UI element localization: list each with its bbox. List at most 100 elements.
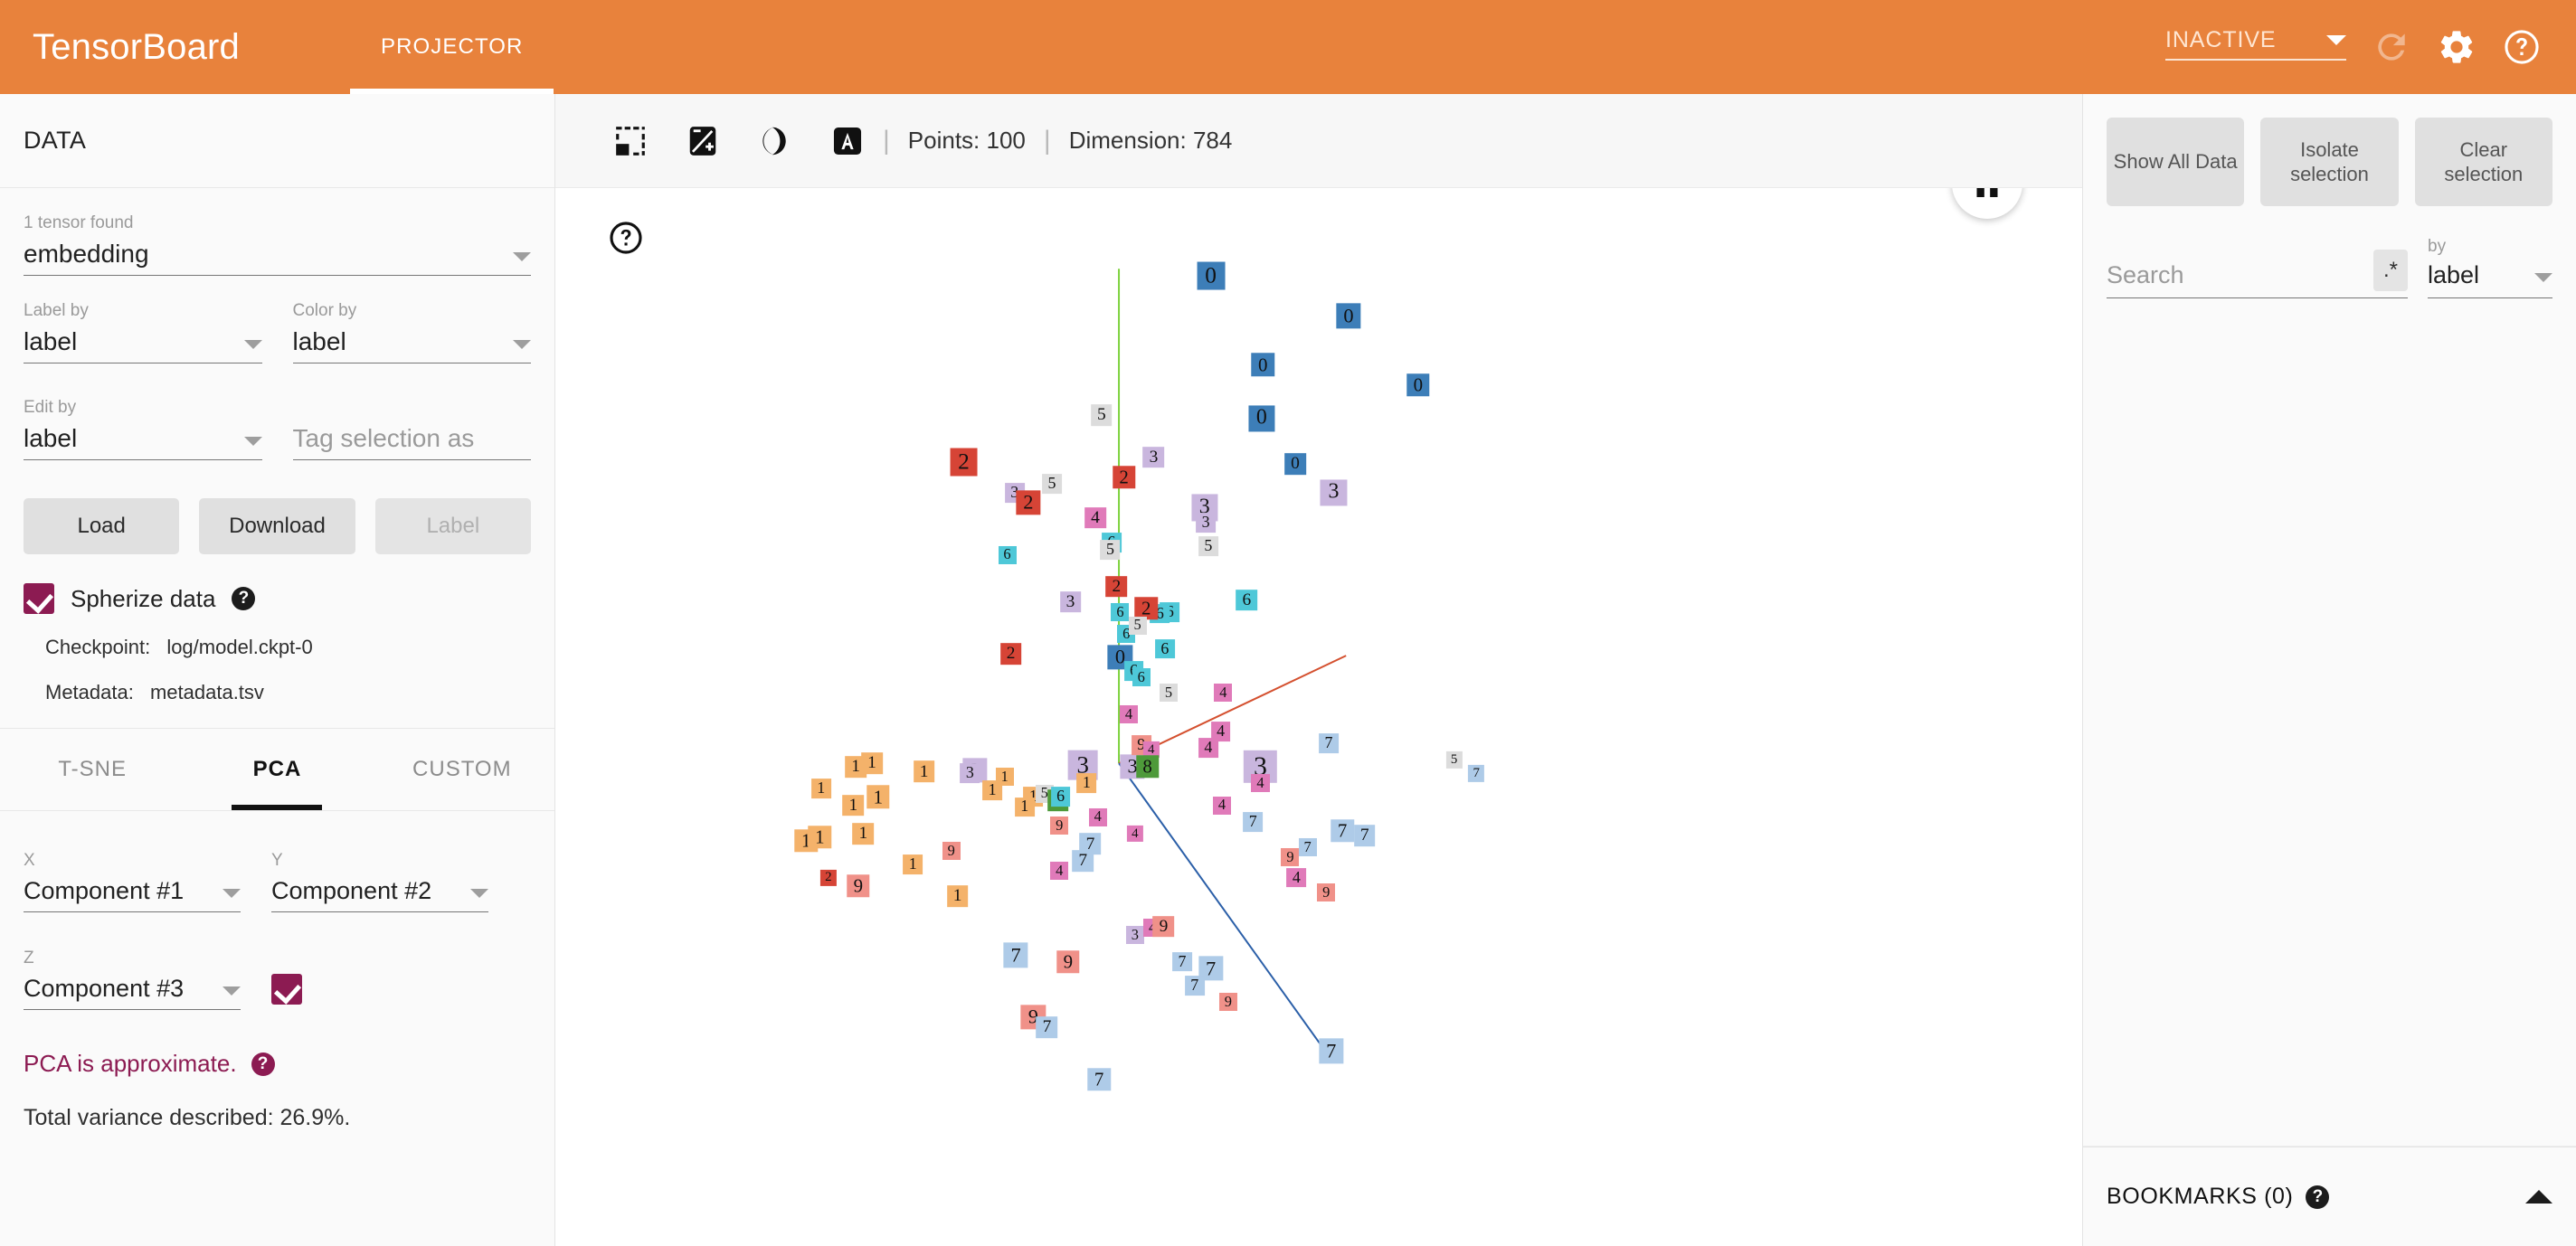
scatter-point[interactable]: 7 xyxy=(1319,1038,1344,1063)
scatter-scene[interactable]: 0000003336623255234656526362650626645444… xyxy=(555,188,2082,1246)
scatter-point[interactable]: 1 xyxy=(913,760,935,783)
scatter-point[interactable]: 3 xyxy=(1196,513,1217,533)
scatter-point[interactable]: 6 xyxy=(998,545,1017,564)
select-rectangle-icon[interactable] xyxy=(613,124,648,158)
scatter-point[interactable]: 7 xyxy=(1172,951,1192,972)
pca-3d-checkbox[interactable] xyxy=(271,974,302,1005)
scatter-point[interactable]: 8 xyxy=(1135,755,1160,779)
scatter-point[interactable]: 4 xyxy=(1214,684,1233,703)
scatter-point[interactable]: 7 xyxy=(1298,838,1317,857)
tab-tsne[interactable]: T-SNE xyxy=(0,729,185,810)
tag-selection-input[interactable]: Tag selection as xyxy=(292,398,531,460)
pca-z-select[interactable]: Z Component #3 xyxy=(24,949,241,1010)
scatter-point[interactable]: 1 xyxy=(995,768,1014,787)
scatter-point[interactable]: 0 xyxy=(1406,373,1430,397)
scatter-point[interactable]: 4 xyxy=(1120,705,1139,724)
tab-projector[interactable]: PROJECTOR xyxy=(350,0,554,94)
run-status-select[interactable]: INACTIVE xyxy=(2165,27,2346,68)
tab-custom[interactable]: CUSTOM xyxy=(370,729,554,810)
regex-toggle-button[interactable]: .* xyxy=(2373,250,2408,291)
scatter-point[interactable]: 0 xyxy=(1251,353,1274,377)
scatter-point[interactable]: 9 xyxy=(1056,949,1080,974)
scatter-point[interactable]: 9 xyxy=(942,841,961,860)
scatter-point[interactable]: 9 xyxy=(1317,883,1336,902)
scatter-point[interactable]: 7 xyxy=(1184,975,1205,996)
scatter-point[interactable]: 7 xyxy=(1353,825,1376,846)
scatter-point[interactable]: 7 xyxy=(1003,942,1028,968)
projector-viewport[interactable]: 0000003336623255234656526362650626645444… xyxy=(555,188,2082,1246)
scatter-point[interactable]: 1 xyxy=(867,785,890,809)
edit-image-icon[interactable] xyxy=(686,124,720,158)
scatter-point[interactable]: 3 xyxy=(1125,925,1144,944)
help-badge-icon[interactable]: ? xyxy=(2306,1185,2330,1209)
label-button[interactable]: Label xyxy=(374,498,531,554)
label-by-select[interactable]: Label by label xyxy=(24,301,262,363)
scatter-point[interactable]: 7 xyxy=(1319,732,1339,753)
scatter-point[interactable]: 2 xyxy=(950,448,978,477)
scatter-point[interactable]: 2 xyxy=(1105,576,1128,598)
search-input[interactable]: Search .* xyxy=(2107,250,2408,298)
pca-y-select[interactable]: Y Component #2 xyxy=(271,851,488,912)
scatter-point[interactable]: 6 xyxy=(1132,668,1151,687)
scatter-point[interactable]: 2 xyxy=(1016,490,1041,515)
scatter-point[interactable]: 2 xyxy=(1112,466,1136,489)
scatter-point[interactable]: 3 xyxy=(1142,446,1165,468)
load-button[interactable]: Load xyxy=(24,498,180,554)
help-badge-icon[interactable]: ? xyxy=(232,587,256,610)
scatter-point[interactable]: 1 xyxy=(1014,797,1035,817)
search-by-select[interactable]: by label xyxy=(2428,237,2552,298)
scatter-point[interactable]: 5 xyxy=(1159,684,1178,703)
scatter-point[interactable]: 0 xyxy=(1336,303,1361,329)
scatter-point[interactable]: 5 xyxy=(1445,751,1463,769)
scatter-point[interactable]: 1 xyxy=(903,854,923,874)
scatter-point[interactable]: 3 xyxy=(960,763,980,784)
scatter-point[interactable]: 2 xyxy=(819,869,837,886)
chevron-up-icon[interactable] xyxy=(2525,1190,2552,1204)
scatter-point[interactable]: 2 xyxy=(999,643,1022,665)
help-badge-icon[interactable]: ? xyxy=(251,1052,275,1076)
scatter-point[interactable]: 6 xyxy=(1111,602,1130,621)
scatter-point[interactable]: 9 xyxy=(1218,993,1237,1012)
scatter-point[interactable]: 1 xyxy=(1076,773,1097,794)
scatter-point[interactable]: 7 xyxy=(1468,765,1485,782)
scatter-point[interactable]: 5 xyxy=(1198,536,1218,557)
tab-pca[interactable]: PCA xyxy=(185,729,369,810)
clear-selection-button[interactable]: Clear selection xyxy=(2414,118,2552,206)
scatter-point[interactable]: 5 xyxy=(1100,539,1121,560)
gear-icon[interactable] xyxy=(2437,27,2477,67)
scatter-point[interactable]: 1 xyxy=(842,794,865,817)
scatter-point[interactable]: 9 xyxy=(1050,816,1069,835)
scatter-point[interactable]: 4 xyxy=(1088,807,1107,826)
scatter-point[interactable]: 6 xyxy=(1236,589,1258,611)
scatter-point[interactable]: 3 xyxy=(1059,590,1082,613)
scatter-point[interactable]: 3 xyxy=(1320,479,1348,506)
scatter-point[interactable]: 7 xyxy=(1087,1068,1111,1091)
labels-icon[interactable] xyxy=(830,124,865,158)
scatter-point[interactable]: 4 xyxy=(1198,738,1218,759)
scatter-point[interactable]: 7 xyxy=(1036,1016,1058,1039)
tensor-select[interactable]: 1 tensor found embedding xyxy=(24,213,531,276)
scatter-point[interactable]: 5 xyxy=(1128,616,1147,635)
scatter-point[interactable]: 6 xyxy=(1050,787,1071,807)
scatter-point[interactable]: 6 xyxy=(1154,638,1175,659)
scatter-point[interactable]: 1 xyxy=(861,752,883,774)
scatter-point[interactable]: 4 xyxy=(1212,796,1231,815)
edit-by-select[interactable]: Edit by label xyxy=(24,398,262,460)
scatter-point[interactable]: 1 xyxy=(852,823,875,845)
scatter-point[interactable]: 1 xyxy=(808,826,832,849)
scatter-point[interactable]: 4 xyxy=(1050,862,1069,881)
pca-x-select[interactable]: X Component #1 xyxy=(24,851,241,912)
scatter-point[interactable]: 5 xyxy=(1042,474,1062,495)
scatter-point[interactable]: 4 xyxy=(1126,826,1143,843)
scatter-point[interactable]: 9 xyxy=(1152,915,1175,938)
scatter-point[interactable]: 7 xyxy=(1331,818,1354,843)
scatter-point[interactable]: 1 xyxy=(810,779,831,798)
scatter-point[interactable]: 4 xyxy=(1084,506,1106,529)
scatter-point[interactable]: 0 xyxy=(1248,405,1275,432)
scatter-point[interactable]: 7 xyxy=(1243,812,1264,833)
sphereize-checkbox[interactable] xyxy=(24,583,54,614)
help-circle-icon[interactable] xyxy=(2502,27,2542,67)
night-mode-icon[interactable] xyxy=(758,124,792,158)
scatter-point[interactable]: 5 xyxy=(1091,404,1113,426)
scatter-point[interactable]: 4 xyxy=(1251,774,1270,793)
